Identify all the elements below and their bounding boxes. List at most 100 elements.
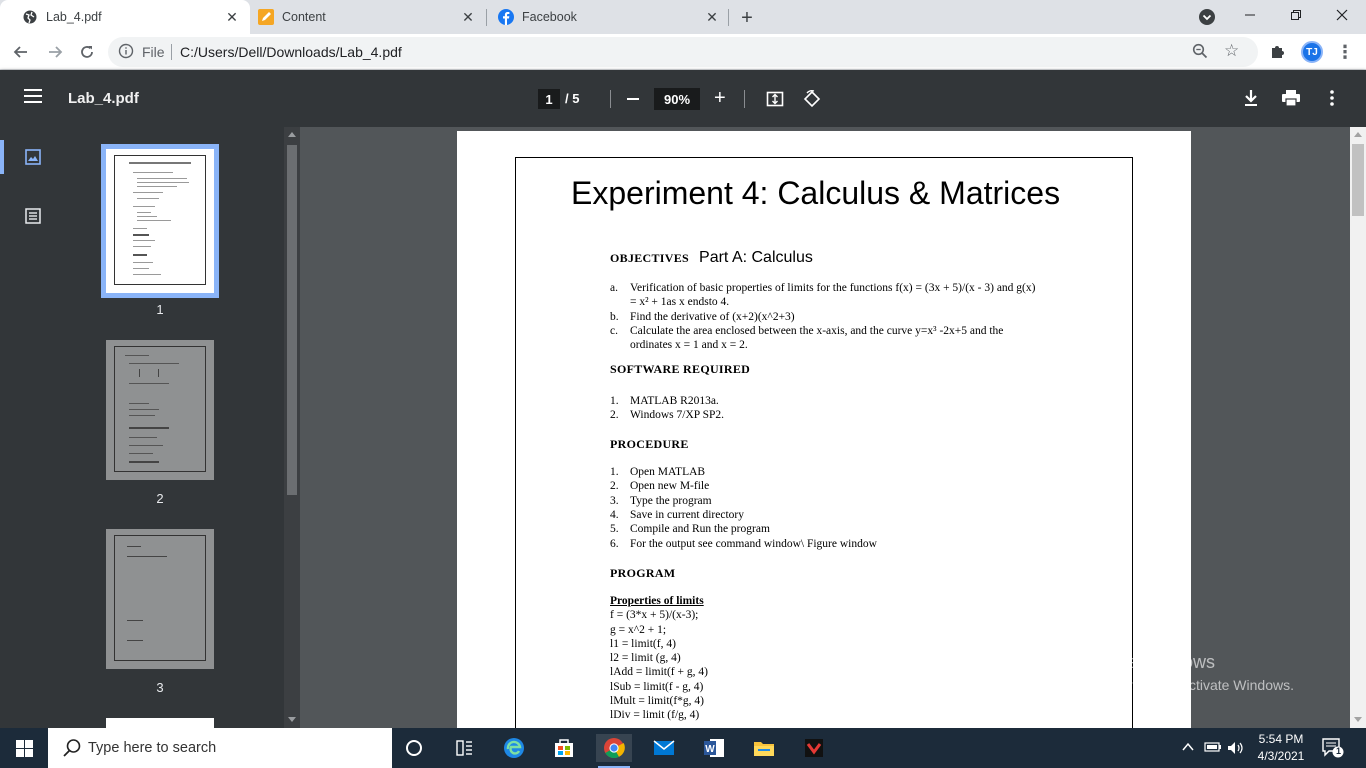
outline-view-tab[interactable]: [0, 193, 66, 239]
word-icon[interactable]: W: [696, 734, 732, 762]
program-code: Properties of limits f = (3*x + 5)/(x-3)…: [610, 594, 708, 723]
download-icon[interactable]: [1243, 89, 1259, 112]
code-line: lDiv = limit (f/g, 4): [610, 709, 700, 722]
tab-lab4-pdf[interactable]: Lab_4.pdf ✕: [0, 0, 250, 34]
sidebar-scroll-thumb[interactable]: [287, 145, 297, 495]
list-label: 4.: [610, 509, 619, 521]
list-text: Type the program: [630, 495, 712, 507]
page-thumbnail-1[interactable]: [101, 144, 219, 298]
zoom-out-icon[interactable]: [627, 98, 639, 100]
procedure-3: 3. Type the program: [610, 494, 1080, 508]
document-scroll-thumb[interactable]: [1352, 144, 1364, 216]
list-text: MATLAB R2013a.: [630, 395, 719, 407]
code-line: lSub = limit(f - g, 4): [610, 680, 704, 693]
list-label: 2.: [610, 480, 619, 492]
thumbnail-sidebar: 1 2 3: [0, 127, 300, 728]
scroll-up-arrow[interactable]: [1354, 132, 1362, 137]
page-number-input[interactable]: 1: [538, 89, 560, 109]
print-icon[interactable]: [1282, 90, 1300, 111]
tab-divider: [728, 9, 729, 26]
restore-icon[interactable]: [1273, 0, 1319, 30]
thumbnail-page-frame: [114, 535, 206, 661]
minimize-icon[interactable]: [1227, 0, 1273, 30]
system-clock[interactable]: 5:54 PM 4/3/2021: [1252, 731, 1310, 765]
procedure-heading: PROCEDURE: [610, 437, 689, 451]
chrome-menu-icon[interactable]: ⋮: [1336, 42, 1354, 63]
tab-facebook[interactable]: Facebook ✕: [476, 0, 730, 34]
list-text: Find the derivative of (x+2)(x^2+3): [630, 311, 795, 323]
close-icon[interactable]: ✕: [458, 7, 478, 27]
info-icon[interactable]: [118, 43, 134, 59]
show-hidden-icons-chevron[interactable]: [1182, 741, 1194, 756]
tab-search-icon[interactable]: [1199, 9, 1215, 25]
page-border: [515, 157, 1133, 728]
task-view-icon[interactable]: [446, 734, 482, 762]
document-viewport[interactable]: Experiment 4: Calculus & Matrices OBJECT…: [300, 127, 1350, 728]
volume-icon[interactable]: [1227, 741, 1245, 758]
file-explorer-icon[interactable]: [746, 734, 782, 762]
start-windows-icon[interactable]: [0, 728, 48, 768]
objective-b: b. Find the derivative of (x+2)(x^2+3): [610, 310, 1080, 324]
taskbar-search[interactable]: Type here to search: [48, 728, 392, 768]
profile-avatar[interactable]: TJ: [1301, 41, 1323, 63]
url-text[interactable]: C:/Users/Dell/Downloads/Lab_4.pdf: [180, 44, 402, 60]
page-thumbnail-2[interactable]: [106, 340, 214, 480]
list-text: = x² + 1as x endsto 4.: [630, 296, 730, 309]
tab-title: Lab_4.pdf: [46, 10, 102, 24]
battery-icon[interactable]: [1204, 741, 1222, 756]
edge-browser-icon[interactable]: [496, 734, 532, 762]
fit-to-page-icon[interactable]: [766, 90, 784, 113]
procedure-2: 2. Open new M-file: [610, 479, 1080, 493]
new-tab-plus-icon[interactable]: +: [736, 7, 758, 29]
url-scheme: File: [142, 44, 165, 60]
tab-title: Content: [282, 10, 326, 24]
url-divider: [171, 44, 172, 60]
tab-title: Facebook: [522, 10, 577, 24]
zoom-magnifier-icon[interactable]: [1192, 43, 1208, 64]
svg-text:W: W: [705, 744, 715, 755]
document-scrollbar[interactable]: [1350, 127, 1366, 728]
list-icon: [25, 208, 41, 224]
scroll-down-arrow[interactable]: [1354, 717, 1362, 722]
mail-icon[interactable]: [646, 734, 682, 762]
close-icon[interactable]: ✕: [702, 7, 722, 27]
code-line: l1 = limit(f, 4): [610, 637, 676, 650]
back-arrow-icon[interactable]: [8, 39, 34, 65]
tab-content[interactable]: Content ✕: [236, 0, 486, 34]
pencil-square-icon: [258, 9, 274, 25]
page-thumbnail-4[interactable]: [106, 718, 214, 728]
software-heading: SOFTWARE REQUIRED: [610, 362, 751, 376]
pdf-document-title: Lab_4.pdf: [68, 90, 139, 107]
cortana-icon[interactable]: [396, 734, 432, 762]
notification-count: 1: [1335, 746, 1341, 756]
scroll-down-arrow[interactable]: [288, 717, 296, 722]
notification-center-icon[interactable]: 1: [1322, 738, 1344, 758]
address-bar[interactable]: File C:/Users/Dell/Downloads/Lab_4.pdf ☆: [108, 37, 1258, 67]
scroll-up-arrow[interactable]: [288, 132, 296, 137]
thumbnails-view-tab[interactable]: [0, 134, 66, 180]
reload-icon[interactable]: [74, 39, 100, 65]
sidebar-tabs: [0, 127, 66, 728]
extensions-puzzle-icon[interactable]: [1270, 43, 1286, 64]
sidebar-scrollbar[interactable]: [284, 127, 300, 728]
chrome-icon[interactable]: [596, 734, 632, 768]
code-line: l2 = limit (g, 4): [610, 652, 681, 665]
more-options-icon[interactable]: [1329, 90, 1335, 111]
thumbnail-page-frame: [114, 155, 206, 285]
menu-hamburger-icon[interactable]: [24, 89, 42, 103]
pdf-toolbar: Lab_4.pdf 1 / 5 90% +: [0, 70, 1366, 127]
microsoft-store-icon[interactable]: [546, 734, 582, 762]
bookmark-star-icon[interactable]: ☆: [1224, 41, 1239, 61]
rotate-icon[interactable]: [802, 89, 822, 114]
app-red-icon[interactable]: [796, 734, 832, 762]
tab-strip: Lab_4.pdf ✕ Content ✕ Facebook ✕ +: [0, 0, 1366, 34]
code-line: lMult = limit(f*g, 4): [610, 695, 705, 708]
zoom-in-icon[interactable]: +: [714, 87, 726, 110]
page-thumbnail-3[interactable]: [106, 529, 214, 669]
clock-time: 5:54 PM: [1258, 732, 1304, 746]
forward-arrow-icon[interactable]: [42, 39, 68, 65]
close-window-icon[interactable]: [1319, 0, 1365, 30]
zoom-level-input[interactable]: 90%: [654, 88, 700, 110]
thumbnail-label: 2: [156, 491, 164, 506]
watermark-title: Activate Windows: [1073, 652, 1216, 672]
